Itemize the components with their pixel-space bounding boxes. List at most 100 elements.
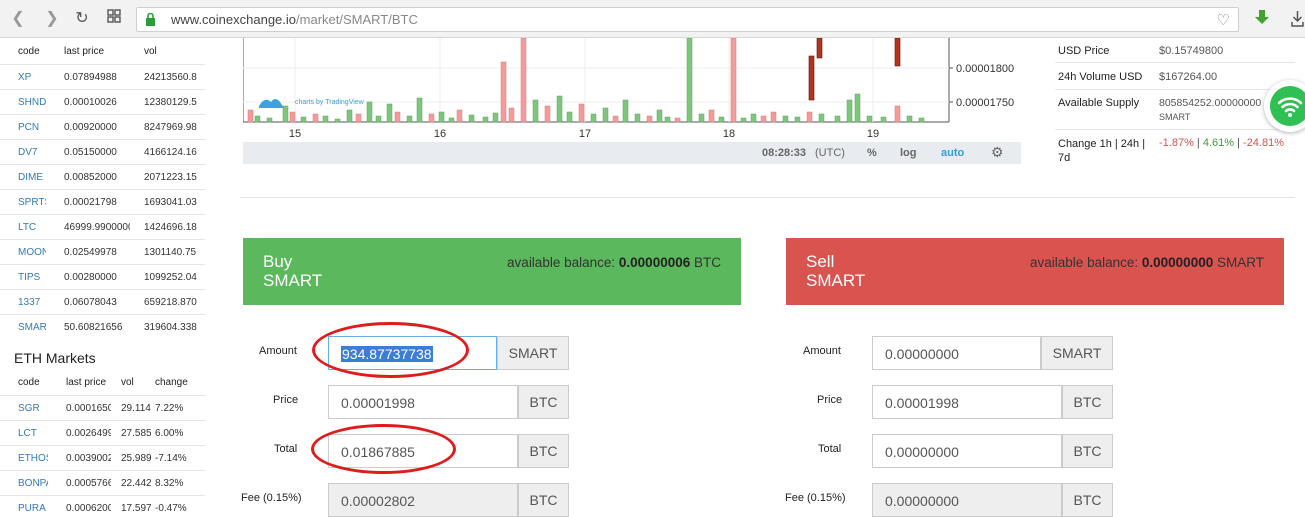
table-row[interactable]: DV7 0.05150000 4166124.16 (0, 139, 205, 165)
sell-total-input[interactable]: 0.00000000 (872, 434, 1062, 468)
reload-icon[interactable]: ↻ (72, 9, 92, 29)
column-header: change (155, 376, 188, 388)
candle (906, 115, 913, 123)
table-row[interactable]: SMART50.60821656319604.338 (0, 314, 205, 340)
save-icon[interactable] (1290, 8, 1305, 28)
x-tick-label: 16 (434, 128, 446, 140)
grid-icon[interactable] (104, 9, 124, 29)
percent-toggle[interactable]: % (867, 147, 877, 159)
market-code-link[interactable]: SGR (0, 395, 48, 421)
table-cell: 25.989 (111, 445, 151, 471)
candle (468, 114, 475, 123)
settings-gear-icon[interactable]: ⚙ (991, 144, 1004, 161)
table-cell: 27.585 (111, 420, 151, 446)
sell-fee-input: 0.00000000 (872, 483, 1062, 517)
sell-price-input[interactable]: 0.00001998 (872, 385, 1062, 419)
candle (880, 116, 887, 123)
market-code-link[interactable]: PURA (0, 495, 48, 515)
table-row[interactable]: LCT0.0026499927.5856.00% (0, 420, 205, 446)
buy-available-balance: available balance: 0.00000006 BTC (507, 255, 721, 270)
market-code-link[interactable]: TIPS (0, 264, 46, 290)
table-row[interactable]: SGR0.0001650029.1147.22% (0, 395, 205, 421)
table-row[interactable]: LTC46999.990000001424696.18 (0, 214, 205, 240)
column-header: code (18, 45, 40, 57)
market-code-link[interactable]: SMART (0, 314, 46, 340)
forward-icon[interactable]: ❯ (42, 9, 62, 29)
market-code-link[interactable]: LTC (0, 214, 46, 240)
table-row[interactable]: PURA0.0006200017.597-0.47% (0, 495, 205, 515)
annotation-circle-total (311, 424, 456, 474)
candle (770, 111, 777, 123)
market-code-link[interactable]: PCN (0, 114, 46, 140)
download-icon[interactable] (1252, 8, 1272, 28)
wifi-extension-icon[interactable] (1264, 80, 1305, 132)
table-cell: 17.597 (111, 495, 151, 515)
market-code-link[interactable]: MOON (0, 239, 46, 265)
buy-total-unit: BTC (518, 434, 569, 468)
market-code-link[interactable]: DIME (0, 164, 46, 190)
y-tick-label: 0.00001800 (956, 63, 1014, 75)
table-cell: 46999.99000000 (46, 214, 130, 240)
column-header: last price (66, 376, 107, 388)
btc-markets-rows: XP 0.07894988 24213560.8 SHND 0.00010026 1238… (0, 64, 205, 340)
candle (664, 116, 671, 123)
lock-icon (146, 13, 155, 26)
sell-title: Sell SMART (806, 252, 866, 290)
table-row[interactable]: MOON 0.02549978 1301140.75 (0, 239, 205, 265)
table-row[interactable]: SPRTS0.000217981693041.03 (0, 189, 205, 215)
sell-amount-input[interactable]: 0.00000000 (872, 336, 1041, 370)
buy-amount-label: Amount (259, 345, 297, 357)
sell-price-unit: BTC (1062, 385, 1113, 419)
market-code-link[interactable]: BONPAY (0, 470, 48, 496)
market-code-link[interactable]: SHND (0, 89, 46, 115)
table-cell: 0.00062000 (48, 495, 111, 515)
market-code-link[interactable]: LCT (0, 420, 48, 446)
change-7d: -24.81% (1243, 137, 1285, 149)
sell-fee-label: Fee (0.15%) (785, 492, 846, 504)
table-row[interactable]: PCN 0.00920000 8247969.98 (0, 114, 205, 140)
table-cell: 319604.338 (130, 314, 205, 340)
table-cell: 29.114 (111, 395, 151, 421)
change-cell: -0.47% (151, 495, 205, 515)
auto-toggle[interactable]: auto (941, 147, 964, 159)
table-row[interactable]: SHND 0.00010026 12380129.5 (0, 89, 205, 115)
table-cell: 0.00920000 (46, 114, 130, 140)
log-toggle[interactable]: log (900, 147, 917, 159)
buy-price-label: Price (273, 394, 299, 406)
table-cell: 0.00390027 (48, 445, 111, 471)
chart-timezone[interactable]: (UTC) (815, 147, 845, 159)
bookmark-heart-icon[interactable]: ♡ (1217, 11, 1230, 29)
candle (686, 37, 693, 123)
market-code-link[interactable]: SPRTS (0, 189, 46, 215)
candle (740, 117, 747, 123)
back-icon[interactable]: ❮ (8, 9, 28, 29)
candle (602, 107, 609, 123)
table-row[interactable]: DIME 0.00852000 2071223.15 (0, 164, 205, 190)
candle (750, 113, 757, 123)
chart-toolbar: 08:28:33 (UTC) % log auto ⚙ (243, 142, 1021, 164)
table-cell: 24213560.8 (130, 64, 205, 90)
table-cell: 0.00010026 (46, 89, 130, 115)
candle-highlight (894, 37, 901, 67)
table-header-row: code last price vol change (0, 370, 205, 396)
market-code-link[interactable]: ETHOS (0, 445, 48, 471)
table-row[interactable]: TIPS 0.00280000 1099252.04 (0, 264, 205, 290)
address-bar[interactable]: www.coinexchange.io/market/SMART/BTC ♡ (136, 7, 1239, 32)
sell-fee-unit: BTC (1062, 483, 1113, 517)
buy-price-input[interactable]: 0.00001998 (328, 385, 518, 419)
market-code-link[interactable]: XP (0, 64, 46, 90)
candle (394, 111, 401, 123)
candlestick-chart[interactable]: 15 16 17 18 19 0.00001800 0.00001750 charts by … (242, 37, 1023, 142)
candle (247, 109, 254, 123)
browser-toolbar: ❮ ❯ ↻ www.coinexchange.io/market/SMART/B… (0, 0, 1305, 38)
market-code-link[interactable]: DV7 (0, 139, 46, 165)
market-code-link[interactable]: 1337 (0, 289, 46, 315)
candle (674, 117, 681, 123)
table-row[interactable]: XP 0.07894988 24213560.8 (0, 64, 205, 90)
table-row[interactable]: BONPAY0.0005766622.4428.32% (0, 470, 205, 496)
table-row[interactable]: ETHOS0.0039002725.989-7.14% (0, 445, 205, 471)
table-cell: 1693041.03 (130, 189, 205, 215)
table-row[interactable]: 1337 0.06078043 659218.870 (0, 289, 205, 315)
volume-label: 24h Volume USD (1058, 71, 1143, 83)
table-cell: 0.00264999 (48, 420, 111, 446)
